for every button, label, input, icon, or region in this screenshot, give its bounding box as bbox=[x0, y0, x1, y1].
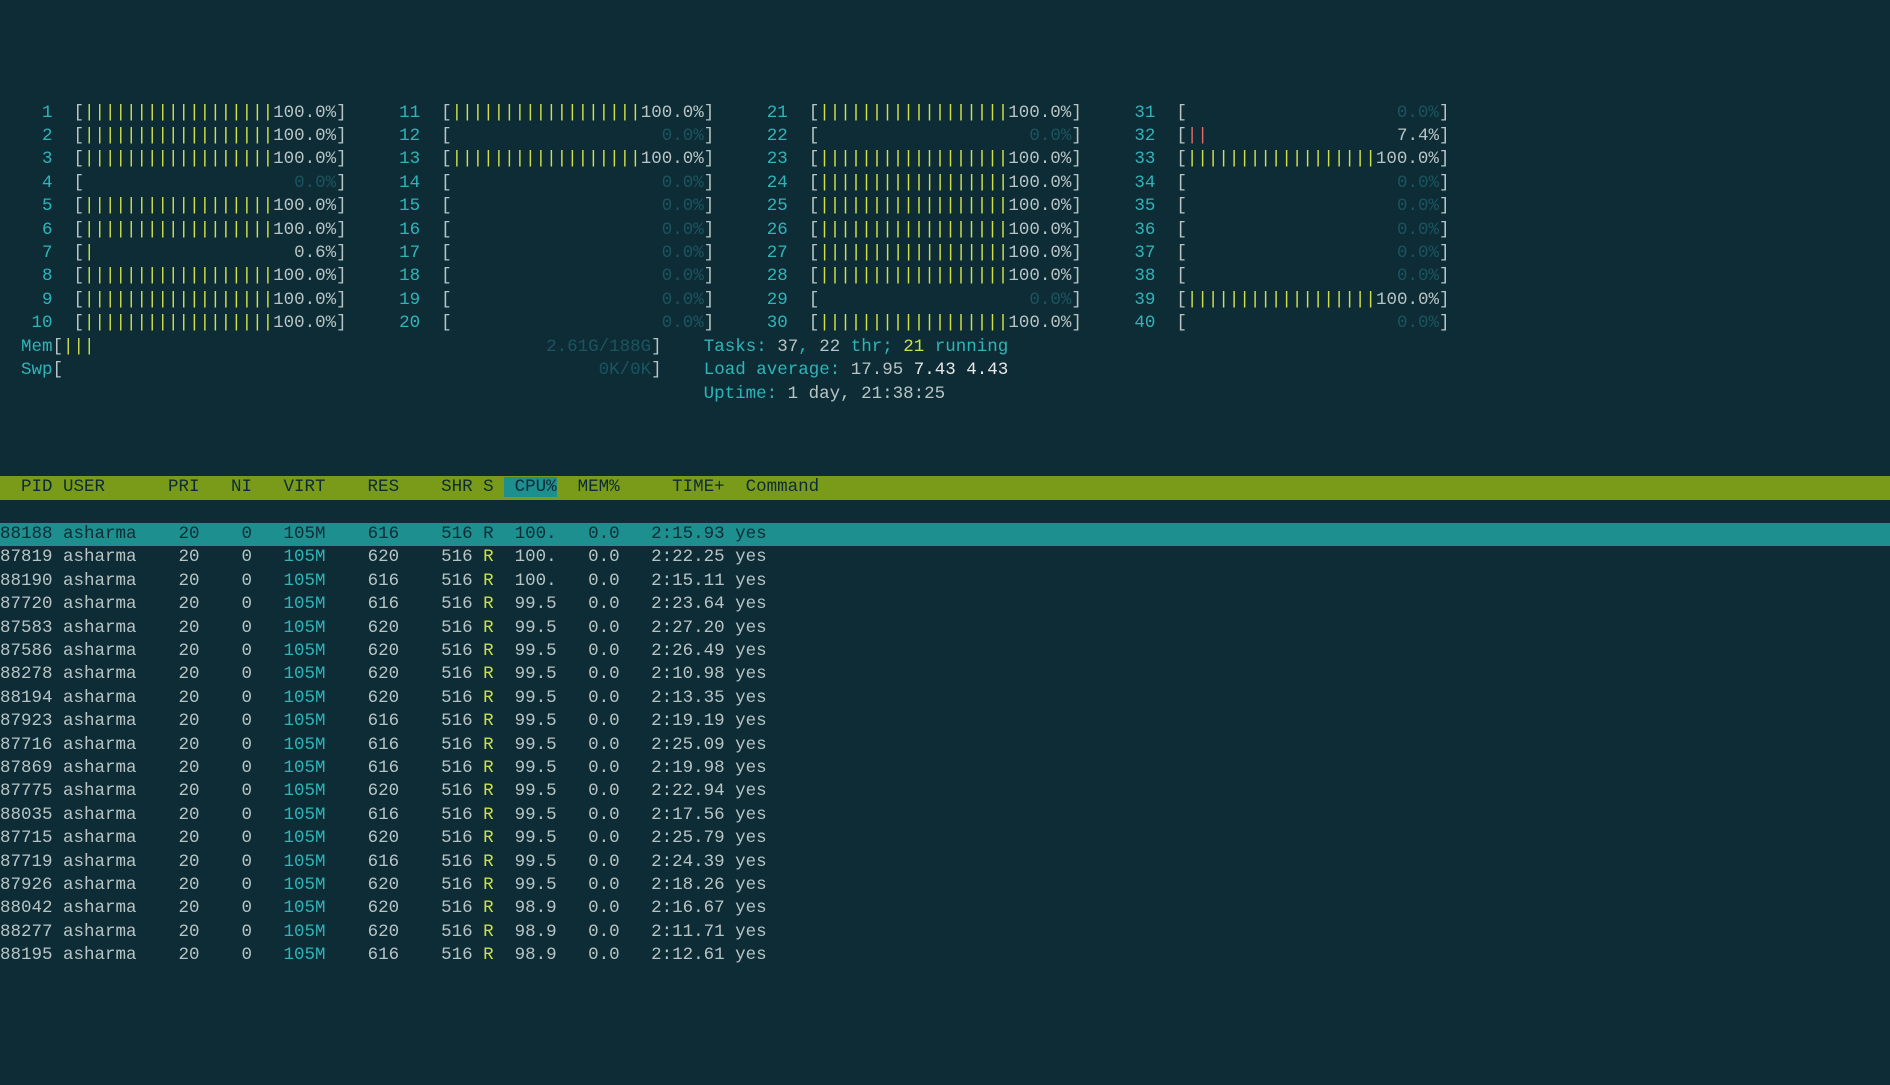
cpu-meter-8: ||||||||||||||||||100.0% bbox=[84, 266, 336, 286]
process-row[interactable]: 87926 asharma 20 0 105M 620 516 R 99.5 0… bbox=[0, 874, 1890, 897]
cpu-meter-1: ||||||||||||||||||100.0% bbox=[84, 103, 336, 123]
process-row[interactable]: 88195 asharma 20 0 105M 616 516 R 98.9 0… bbox=[0, 944, 1890, 967]
process-row[interactable]: 87719 asharma 20 0 105M 616 516 R 99.5 0… bbox=[0, 851, 1890, 874]
cpu-meter-20: 0.0% bbox=[452, 313, 704, 333]
process-row[interactable]: 87869 asharma 20 0 105M 616 516 R 99.5 0… bbox=[0, 757, 1890, 780]
cpu-meter-16: 0.0% bbox=[452, 220, 704, 240]
cpu-meter-36: 0.0% bbox=[1187, 220, 1439, 240]
process-table-header[interactable]: PID USER PRI NI VIRT RES SHR S CPU% MEM%… bbox=[0, 476, 1890, 499]
cpu-meter-27: ||||||||||||||||||100.0% bbox=[819, 243, 1071, 263]
cpu-meter-32: || 7.4% bbox=[1187, 126, 1439, 146]
process-table-body[interactable]: 88188 asharma 20 0 105M 616 516 R 100. 0… bbox=[0, 523, 1890, 968]
cpu-meter-2: ||||||||||||||||||100.0% bbox=[84, 126, 336, 146]
process-row-selected[interactable]: 88188 asharma 20 0 105M 616 516 R 100. 0… bbox=[0, 523, 1890, 546]
load-average: Load average: 17.95 7.43 4.43 bbox=[704, 360, 1009, 380]
cpu-meter-6: ||||||||||||||||||100.0% bbox=[84, 220, 336, 240]
cpu-meter-31: 0.0% bbox=[1187, 103, 1439, 123]
process-row[interactable]: 87775 asharma 20 0 105M 620 516 R 99.5 0… bbox=[0, 780, 1890, 803]
cpu-meter-12: 0.0% bbox=[452, 126, 704, 146]
cpu-meter-9: ||||||||||||||||||100.0% bbox=[84, 290, 336, 310]
cpu-meter-13: ||||||||||||||||||100.0% bbox=[452, 149, 704, 169]
cpu-meter-3: ||||||||||||||||||100.0% bbox=[84, 149, 336, 169]
cpu-meter-17: 0.0% bbox=[452, 243, 704, 263]
cpu-meter-7: | 0.6% bbox=[84, 243, 336, 263]
process-row[interactable]: 88035 asharma 20 0 105M 616 516 R 99.5 0… bbox=[0, 804, 1890, 827]
process-row[interactable]: 87586 asharma 20 0 105M 620 516 R 99.5 0… bbox=[0, 640, 1890, 663]
tasks-summary: Tasks: 37, 22 thr; 21 running bbox=[704, 337, 1009, 357]
process-row[interactable]: 88278 asharma 20 0 105M 620 516 R 99.5 0… bbox=[0, 663, 1890, 686]
cpu-meter-39: ||||||||||||||||||100.0% bbox=[1187, 290, 1439, 310]
process-row[interactable]: 87720 asharma 20 0 105M 616 516 R 99.5 0… bbox=[0, 593, 1890, 616]
cpu-meter-38: 0.0% bbox=[1187, 266, 1439, 286]
cpu-meter-18: 0.0% bbox=[452, 266, 704, 286]
cpu-meter-4: 0.0% bbox=[84, 173, 336, 193]
process-row[interactable]: 88042 asharma 20 0 105M 620 516 R 98.9 0… bbox=[0, 897, 1890, 920]
process-row[interactable]: 87583 asharma 20 0 105M 620 516 R 99.5 0… bbox=[0, 617, 1890, 640]
process-row[interactable]: 87715 asharma 20 0 105M 620 516 R 99.5 0… bbox=[0, 827, 1890, 850]
cpu-meter-29: 0.0% bbox=[819, 290, 1071, 310]
sort-column-cpu[interactable]: CPU% bbox=[504, 477, 557, 497]
cpu-meter-23: ||||||||||||||||||100.0% bbox=[819, 149, 1071, 169]
cpu-meter-25: ||||||||||||||||||100.0% bbox=[819, 196, 1071, 216]
cpu-meter-28: ||||||||||||||||||100.0% bbox=[819, 266, 1071, 286]
process-row[interactable]: 87716 asharma 20 0 105M 616 516 R 99.5 0… bbox=[0, 734, 1890, 757]
cpu-meter-24: ||||||||||||||||||100.0% bbox=[819, 173, 1071, 193]
cpu-meter-5: ||||||||||||||||||100.0% bbox=[84, 196, 336, 216]
cpu-meter-37: 0.0% bbox=[1187, 243, 1439, 263]
cpu-meter-11: ||||||||||||||||||100.0% bbox=[452, 103, 704, 123]
cpu-meter-15: 0.0% bbox=[452, 196, 704, 216]
cpu-meter-14: 0.0% bbox=[452, 173, 704, 193]
cpu-meter-33: ||||||||||||||||||100.0% bbox=[1187, 149, 1439, 169]
blank-line bbox=[0, 429, 1890, 452]
process-row[interactable]: 88190 asharma 20 0 105M 616 516 R 100. 0… bbox=[0, 570, 1890, 593]
cpu-meter-34: 0.0% bbox=[1187, 173, 1439, 193]
process-row[interactable]: 88194 asharma 20 0 105M 620 516 R 99.5 0… bbox=[0, 687, 1890, 710]
cpu-meter-19: 0.0% bbox=[452, 290, 704, 310]
process-row[interactable]: 88277 asharma 20 0 105M 620 516 R 98.9 0… bbox=[0, 921, 1890, 944]
process-row[interactable]: 87923 asharma 20 0 105M 616 516 R 99.5 0… bbox=[0, 710, 1890, 733]
uptime: Uptime: 1 day, 21:38:25 bbox=[704, 384, 946, 404]
cpu-meter-21: ||||||||||||||||||100.0% bbox=[819, 103, 1071, 123]
cpu-meter-30: ||||||||||||||||||100.0% bbox=[819, 313, 1071, 333]
cpu-meter-26: ||||||||||||||||||100.0% bbox=[819, 220, 1071, 240]
cpu-meter-grid: 1 [||||||||||||||||||100.0%] 11 [|||||||… bbox=[0, 94, 1890, 406]
cpu-meter-22: 0.0% bbox=[819, 126, 1071, 146]
cpu-meter-40: 0.0% bbox=[1187, 313, 1439, 333]
cpu-meter-10: ||||||||||||||||||100.0% bbox=[84, 313, 336, 333]
process-row[interactable]: 87819 asharma 20 0 105M 620 516 R 100. 0… bbox=[0, 546, 1890, 569]
cpu-meter-35: 0.0% bbox=[1187, 196, 1439, 216]
